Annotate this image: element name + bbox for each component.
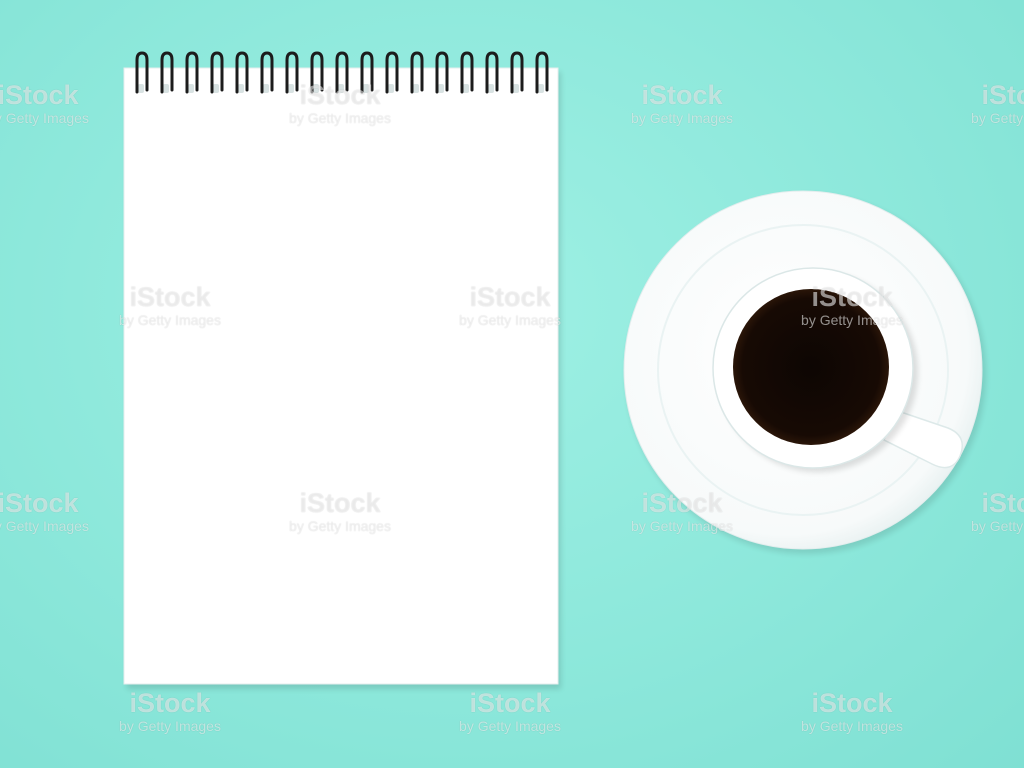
coffee-set bbox=[623, 190, 986, 554]
notepad-page bbox=[123, 67, 559, 685]
coffee bbox=[733, 289, 889, 445]
photo-scene bbox=[123, 51, 986, 689]
notepad bbox=[123, 51, 561, 689]
